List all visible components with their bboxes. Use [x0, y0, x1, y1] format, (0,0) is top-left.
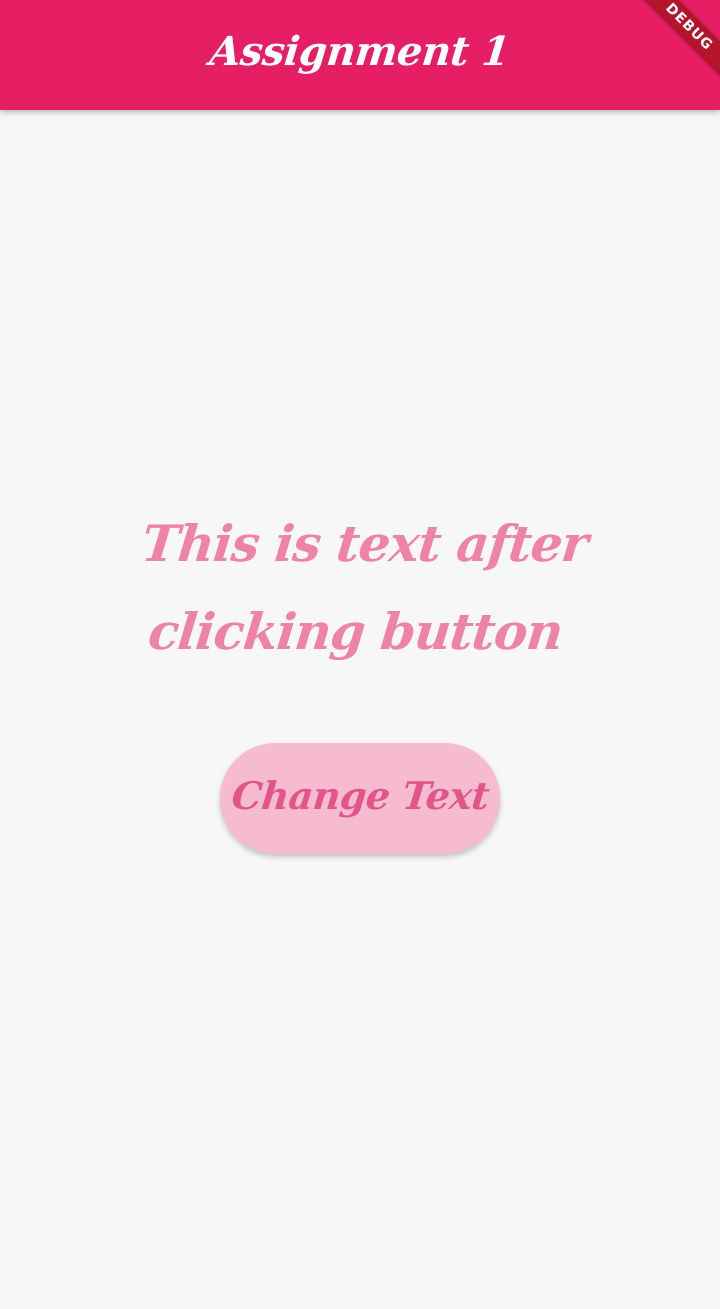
change-text-button-label: Change Text: [229, 773, 491, 818]
message-text: This is text after clicking button: [139, 514, 591, 661]
app-bar: Assignment 1: [0, 0, 720, 110]
debug-banner-label: DEBUG: [634, 0, 720, 82]
change-text-button[interactable]: Change Text: [220, 743, 500, 854]
app-bar-title: Assignment 1: [207, 27, 513, 75]
debug-banner: DEBUG: [630, 0, 720, 90]
